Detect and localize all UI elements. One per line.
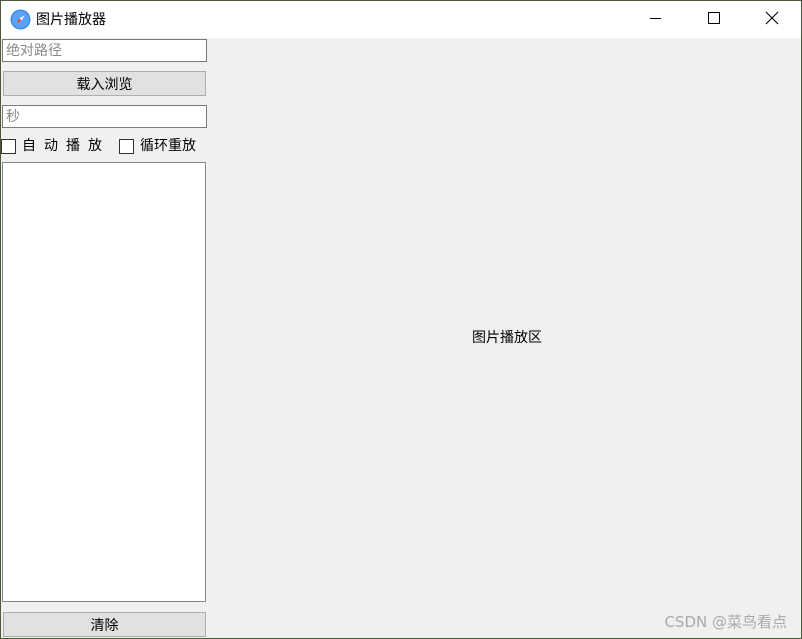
path-input[interactable] [2,39,207,62]
minimize-icon [650,12,662,28]
loop-replay-checkbox[interactable]: 循环重放 [119,136,196,156]
compass-icon [10,9,31,30]
seconds-input[interactable] [2,105,207,128]
image-list[interactable] [2,162,206,602]
load-browse-button[interactable]: 载入浏览 [3,71,206,96]
control-panel: 载入浏览 自动播放 循环重放 清除 [1,38,208,638]
playback-options: 自动播放 循环重放 [1,136,208,156]
auto-play-check-box[interactable] [1,138,16,154]
loop-replay-label: 循环重放 [140,138,196,154]
maximize-icon [708,11,720,28]
close-button[interactable] [743,1,801,38]
auto-play-label: 自动播放 [22,138,110,154]
image-display-area: 图片播放区 CSDN @菜鸟看点 [208,38,801,638]
auto-play-checkbox[interactable]: 自动播放 [1,136,110,156]
loop-replay-check-box[interactable] [119,138,134,154]
maximize-button[interactable] [685,1,743,38]
minimize-button[interactable] [627,1,685,38]
window-title: 图片播放器 [36,12,106,28]
app-window: 图片播放器 载入浏览 自动播放 [0,0,802,639]
title-bar[interactable]: 图片播放器 [1,1,801,38]
close-icon [765,11,779,29]
clear-button[interactable]: 清除 [3,612,206,637]
display-placeholder-label: 图片播放区 [472,330,542,346]
watermark: CSDN @菜鸟看点 [664,613,787,631]
